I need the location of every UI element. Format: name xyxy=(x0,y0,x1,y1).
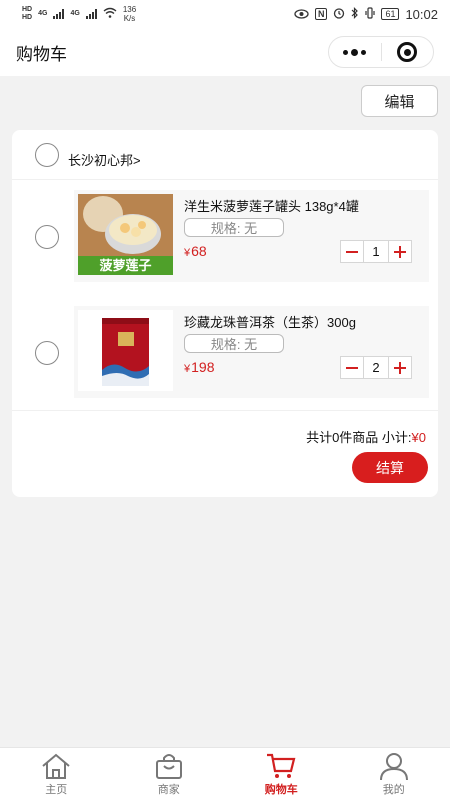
shop-name-link[interactable]: 长沙初心邦> xyxy=(68,150,141,169)
quantity-value[interactable]: 2 xyxy=(363,357,389,378)
price-value: 198 xyxy=(191,359,215,375)
tab-label: 商家 xyxy=(157,784,180,796)
clock: 10:02 xyxy=(405,6,438,22)
network-gen-1: 4G xyxy=(38,10,48,17)
tab-bar: 主页 商家 购物车 我的 xyxy=(0,747,450,800)
cart-item: 菠萝莲子 洋生米菠萝莲子罐头 138g*4罐 规格: 无 ¥68 1 xyxy=(74,190,429,282)
status-right: N 61 10:02 xyxy=(294,7,438,22)
currency-symbol: ¥ xyxy=(184,363,191,375)
product-image[interactable]: 菠萝莲子 xyxy=(78,194,173,275)
close-miniprogram-button[interactable] xyxy=(382,37,434,67)
speed-value: 136 xyxy=(122,5,137,14)
tab-label: 我的 xyxy=(382,784,405,796)
subtotal-amount: ¥0 xyxy=(411,430,426,445)
vibrate-icon xyxy=(365,6,376,22)
tab-label: 购物车 xyxy=(264,784,298,796)
divider xyxy=(12,410,438,411)
checkout-button[interactable]: 结算 xyxy=(352,452,428,483)
navigation-bar: 购物车 xyxy=(0,28,450,76)
currency-symbol: ¥ xyxy=(184,247,191,259)
more-button[interactable] xyxy=(329,37,381,67)
quantity-stepper: 2 xyxy=(340,356,412,379)
spec-selector[interactable]: 规格: 无 xyxy=(184,334,284,353)
quantity-stepper: 1 xyxy=(340,240,412,263)
network-2-label: HD xyxy=(22,14,33,21)
more-dots-icon xyxy=(343,48,367,56)
nfc-icon: N xyxy=(314,8,328,20)
item-select-radio[interactable] xyxy=(35,225,59,249)
alarm-icon xyxy=(333,7,345,22)
status-left: HD HD 4G 4G 136 K/s xyxy=(22,5,136,23)
product-title[interactable]: 洋生米菠萝莲子罐头 138g*4罐 xyxy=(184,196,359,215)
signal-2-icon xyxy=(85,9,97,19)
plus-icon xyxy=(394,361,406,374)
network-1-label: HD xyxy=(22,6,33,13)
shop-bag-icon xyxy=(155,754,182,779)
price-value: 68 xyxy=(191,243,207,259)
tab-shops[interactable]: 商家 xyxy=(113,748,226,800)
edit-button[interactable]: 编辑 xyxy=(361,85,438,117)
tab-cart[interactable]: 购物车 xyxy=(225,748,338,800)
product-price: ¥68 xyxy=(184,243,207,259)
cart-card: 长沙初心邦> 菠萝莲子 洋生米菠萝莲子罐头 138g*4罐 规格: 无 ¥68 xyxy=(12,130,438,497)
product-price: ¥198 xyxy=(184,359,214,375)
network-speed: 136 K/s xyxy=(123,5,136,23)
product-title[interactable]: 珍藏龙珠普洱茶（生茶）300g xyxy=(184,312,356,331)
summary-text: 共计0件商品 小计: xyxy=(306,430,412,445)
target-icon xyxy=(397,42,418,62)
minus-icon xyxy=(346,250,358,253)
cart-item: 珍藏龙珠普洱茶（生茶）300g 规格: 无 ¥198 2 xyxy=(74,306,429,398)
signal-1-icon xyxy=(53,9,65,19)
plus-icon xyxy=(394,245,406,258)
eye-icon xyxy=(294,7,309,22)
spec-selector[interactable]: 规格: 无 xyxy=(184,218,284,237)
svg-text:菠萝莲子: 菠萝莲子 xyxy=(99,258,151,274)
network-type: HD HD xyxy=(22,6,32,22)
minus-button[interactable] xyxy=(341,241,363,262)
speed-unit: K/s xyxy=(123,14,136,23)
product-image[interactable] xyxy=(78,310,173,391)
item-select-radio[interactable] xyxy=(35,341,59,365)
tab-label: 主页 xyxy=(45,784,68,796)
plus-button[interactable] xyxy=(389,357,411,378)
user-icon xyxy=(379,753,408,781)
shop-row: 长沙初心邦> xyxy=(12,130,438,180)
cart-icon xyxy=(267,753,296,778)
battery-icon: 61 xyxy=(381,8,400,20)
minus-button[interactable] xyxy=(341,357,363,378)
wifi-icon xyxy=(103,7,117,21)
status-bar: HD HD 4G 4G 136 K/s N 61 10:02 xyxy=(0,0,450,28)
home-icon xyxy=(42,753,70,779)
cart-summary: 共计0件商品 小计:¥0 xyxy=(306,427,426,446)
bluetooth-icon xyxy=(351,6,359,22)
page-title: 购物车 xyxy=(16,44,67,64)
network-gen-2: 4G xyxy=(70,10,80,17)
miniprogram-capsule xyxy=(328,36,434,68)
minus-icon xyxy=(346,366,358,369)
tab-home[interactable]: 主页 xyxy=(0,748,113,800)
tab-profile[interactable]: 我的 xyxy=(338,748,450,800)
quantity-value[interactable]: 1 xyxy=(363,241,389,262)
plus-button[interactable] xyxy=(389,241,411,262)
shop-select-radio[interactable] xyxy=(35,143,59,167)
